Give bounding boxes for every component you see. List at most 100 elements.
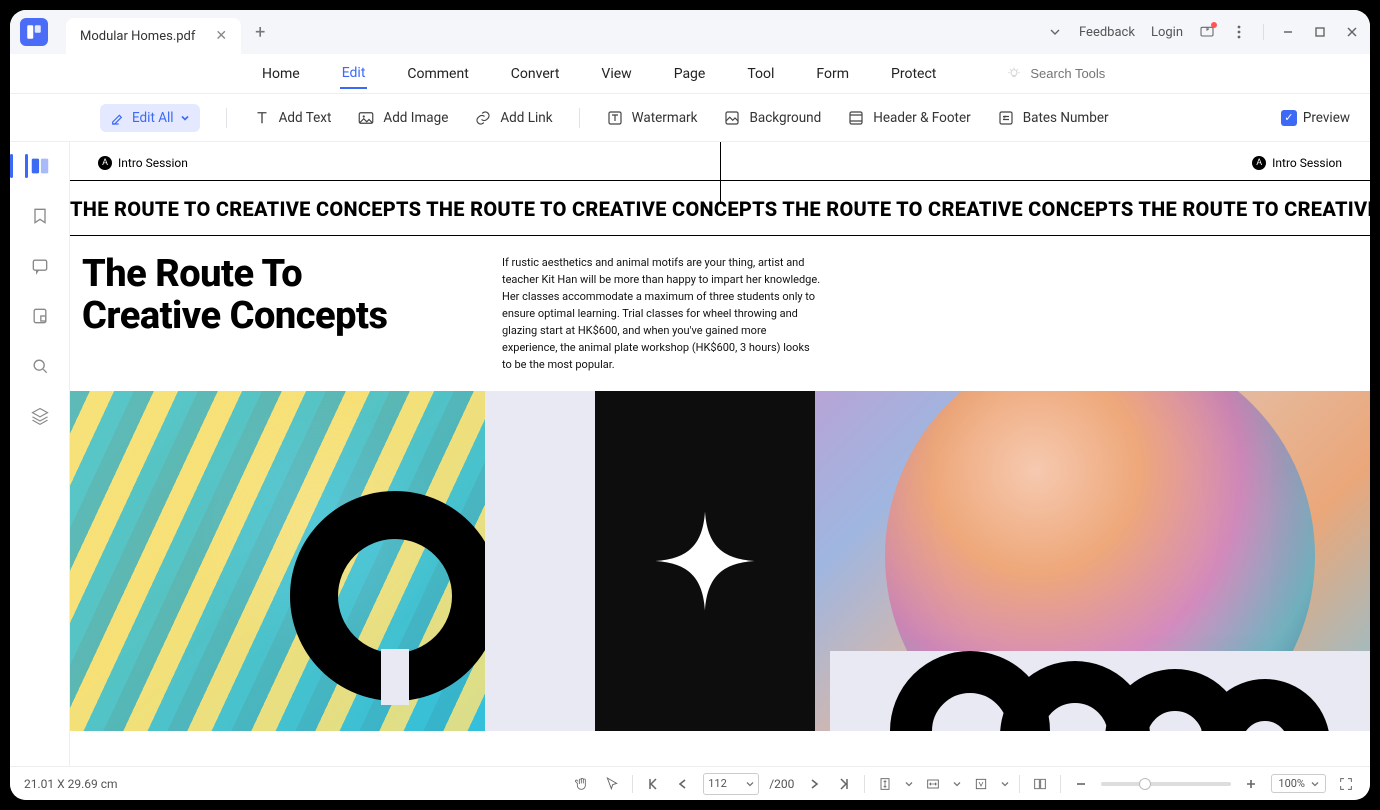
text-icon: [253, 109, 271, 127]
bates-label: Bates Number: [1023, 110, 1109, 126]
separator: [864, 775, 865, 793]
spacer-panel: [485, 391, 595, 731]
next-page-button[interactable]: [804, 774, 824, 794]
page-spread: AIntro Session AIntro Session THE ROUTE …: [70, 142, 1370, 766]
separator: [226, 108, 227, 128]
menu-tool[interactable]: Tool: [745, 60, 776, 88]
rings-icon: [890, 651, 1370, 731]
feedback-link[interactable]: Feedback: [1079, 25, 1135, 40]
close-tab-icon[interactable]: ✕: [215, 28, 227, 44]
thumbnails-panel-button[interactable]: [26, 152, 54, 180]
chevron-down-icon[interactable]: [905, 780, 913, 788]
chevron-down-icon[interactable]: [953, 780, 961, 788]
prev-page-button[interactable]: [673, 774, 693, 794]
maximize-button[interactable]: [1312, 24, 1328, 40]
menu-page[interactable]: Page: [672, 60, 708, 88]
artwork-star: [595, 391, 815, 731]
edit-all-button[interactable]: Edit All: [100, 104, 200, 132]
divider: [1263, 24, 1264, 40]
image-grid: [70, 391, 1370, 731]
notification-icon[interactable]: [1199, 24, 1215, 40]
app-window: Modular Homes.pdf ✕ + Feedback Login Hom…: [10, 10, 1370, 800]
menu-form[interactable]: Form: [814, 60, 851, 88]
background-button[interactable]: Background: [723, 109, 821, 127]
zoom-slider[interactable]: [1101, 782, 1231, 786]
separator: [1060, 775, 1061, 793]
status-bar: 21.01 X 29.69 cm 112 /200: [10, 766, 1370, 800]
page-current: 112: [708, 777, 727, 790]
heading-line-2: Creative Concepts: [82, 294, 388, 338]
header-right: AIntro Session: [1252, 156, 1342, 170]
select-tool-button[interactable]: [602, 774, 622, 794]
zoom-in-button[interactable]: [1241, 774, 1261, 794]
search-input[interactable]: [1030, 66, 1150, 81]
add-link-button[interactable]: Add Link: [474, 109, 552, 127]
watermark-label: Watermark: [632, 110, 698, 126]
menu-bar: Home Edit Comment Convert View Page Tool…: [10, 54, 1370, 94]
document-canvas[interactable]: AIntro Session AIntro Session THE ROUTE …: [70, 142, 1370, 766]
watermark-icon: [606, 109, 624, 127]
bates-number-button[interactable]: # Bates Number: [997, 109, 1109, 127]
preview-label: Preview: [1303, 110, 1350, 126]
background-icon: [723, 109, 741, 127]
search-panel-button[interactable]: [26, 352, 54, 380]
new-tab-button[interactable]: +: [255, 22, 265, 43]
menu-edit[interactable]: Edit: [340, 59, 368, 89]
minimize-button[interactable]: [1280, 24, 1296, 40]
preview-checkbox[interactable]: ✓ Preview: [1281, 110, 1350, 126]
watermark-button[interactable]: Watermark: [606, 109, 698, 127]
search-tools[interactable]: [1006, 66, 1150, 82]
menu-protect[interactable]: Protect: [889, 60, 938, 88]
document-tab[interactable]: Modular Homes.pdf ✕: [66, 18, 241, 54]
fullscreen-button[interactable]: [1336, 774, 1356, 794]
chevron-down-icon[interactable]: [1001, 780, 1009, 788]
chevron-down-icon: [180, 113, 190, 123]
content-row: The Route ToCreative Concepts If rustic …: [70, 236, 1370, 373]
comments-button[interactable]: [26, 252, 54, 280]
header-footer-label: Header & Footer: [873, 110, 970, 126]
checkbox-checked-icon: ✓: [1281, 110, 1297, 126]
body: AIntro Session AIntro Session THE ROUTE …: [10, 142, 1370, 766]
chevron-down-icon: [1311, 780, 1319, 788]
last-page-button[interactable]: [834, 774, 854, 794]
edit-toolbar: Edit All Add Text Add Image Add Link Wat…: [10, 94, 1370, 142]
actual-size-button[interactable]: [971, 774, 991, 794]
fit-height-button[interactable]: [875, 774, 895, 794]
zoom-dropdown[interactable]: 100%: [1271, 774, 1326, 793]
menu-view[interactable]: View: [599, 60, 633, 88]
login-link[interactable]: Login: [1151, 25, 1183, 40]
first-page-button[interactable]: [643, 774, 663, 794]
title-bar: Modular Homes.pdf ✕ + Feedback Login: [10, 10, 1370, 54]
zoom-slider-knob[interactable]: [1139, 778, 1151, 790]
separator: [1019, 775, 1020, 793]
lightbulb-icon: [1006, 66, 1022, 82]
artwork-gradient: [815, 391, 1370, 731]
zoom-out-button[interactable]: [1071, 774, 1091, 794]
layers-button[interactable]: [26, 402, 54, 430]
header-footer-button[interactable]: Header & Footer: [847, 109, 970, 127]
header-right-label: Intro Session: [1272, 156, 1342, 170]
fit-width-button[interactable]: [923, 774, 943, 794]
header-footer-icon: [847, 109, 865, 127]
more-icon[interactable]: [1231, 24, 1247, 40]
read-mode-button[interactable]: [1030, 774, 1050, 794]
menu-convert[interactable]: Convert: [509, 60, 562, 88]
add-image-button[interactable]: Add Image: [357, 109, 448, 127]
header-left: AIntro Session: [98, 156, 188, 170]
pencil-icon: [110, 110, 126, 126]
image-icon: [357, 109, 375, 127]
add-text-button[interactable]: Add Text: [253, 109, 332, 127]
page-number-input[interactable]: 112: [703, 773, 759, 795]
attachments-button[interactable]: [26, 302, 54, 330]
artwork-rings-row: [830, 651, 1370, 731]
link-icon: [474, 109, 492, 127]
bates-icon: #: [997, 109, 1015, 127]
chevron-down-icon[interactable]: [1047, 24, 1063, 40]
menu-home[interactable]: Home: [260, 60, 302, 88]
hand-tool-button[interactable]: [572, 774, 592, 794]
close-window-button[interactable]: [1344, 24, 1360, 40]
bookmarks-button[interactable]: [26, 202, 54, 230]
menu-comment[interactable]: Comment: [405, 60, 470, 88]
article-heading: The Route ToCreative Concepts: [82, 254, 482, 373]
heading-line-1: The Route To: [82, 252, 302, 296]
